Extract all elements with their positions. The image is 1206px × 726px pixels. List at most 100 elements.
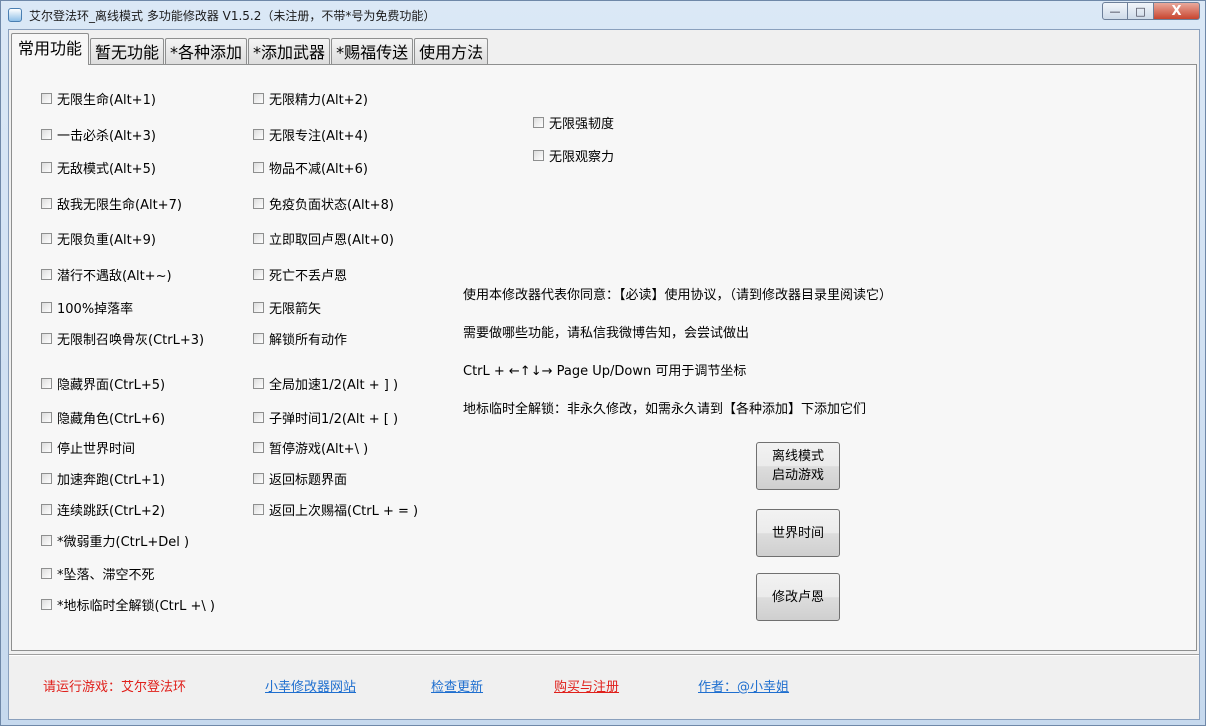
checkbox-label: 无限观察力 [549, 150, 615, 165]
checkbox-box[interactable] [41, 412, 52, 423]
checkbox-pause-game[interactable]: 暂停游戏(Alt+\ ) [253, 438, 368, 457]
checkbox-label: 物品不减(Alt+6) [269, 162, 368, 177]
client-area: 常用功能 暂无功能 *各种添加 *添加武器 *赐福传送 使用方法 无限生命(Al… [8, 29, 1200, 720]
checkbox-stop-world-time[interactable]: 停止世界时间 [41, 438, 135, 457]
checkbox-box[interactable] [253, 442, 264, 453]
checkbox-items-no-decrease[interactable]: 物品不减(Alt+6) [253, 158, 368, 177]
checkbox-label: 无限专注(Alt+4) [269, 129, 368, 144]
checkbox-box[interactable] [253, 302, 264, 313]
checkbox-label: 返回上次赐福(CtrL + = ) [269, 504, 419, 519]
checkbox-box[interactable] [253, 93, 264, 104]
check-update-link[interactable]: 检查更新 [431, 676, 483, 695]
checkbox-box[interactable] [41, 504, 52, 515]
tab-no-functions[interactable]: 暂无功能 [90, 38, 165, 65]
checkbox-unlock-gestures[interactable]: 解锁所有动作 [253, 329, 347, 348]
checkbox-label: *坠落、滞空不死 [57, 568, 155, 583]
checkbox-box[interactable] [533, 117, 544, 128]
checkbox-box[interactable] [41, 162, 52, 173]
checkbox-box[interactable] [253, 129, 264, 140]
checkbox-infinite-weight[interactable]: 无限负重(Alt+9) [41, 229, 156, 248]
maximize-button[interactable]: □ [1128, 2, 1154, 20]
checkbox-label: 解锁所有动作 [269, 333, 348, 348]
checkbox-box[interactable] [41, 473, 52, 484]
checkbox-box[interactable] [41, 233, 52, 244]
checkbox-no-fall-death[interactable]: *坠落、滞空不死 [41, 564, 155, 583]
checkbox-box[interactable] [41, 302, 52, 313]
checkbox-label: 隐藏界面(CtrL+5) [57, 378, 166, 393]
checkbox-box[interactable] [41, 535, 52, 546]
tab-usage[interactable]: 使用方法 [414, 38, 489, 65]
checkbox-one-hit-kill[interactable]: 一击必杀(Alt+3) [41, 125, 156, 144]
checkbox-box[interactable] [41, 93, 52, 104]
checkbox-unlock-landmarks[interactable]: *地标临时全解锁(CtrL +\ ) [41, 595, 215, 614]
checkbox-retrieve-runes[interactable]: 立即取回卢恩(Alt+0) [253, 229, 394, 248]
tab-various-add[interactable]: *各种添加 [165, 38, 248, 65]
checkbox-label: 无限精力(Alt+2) [269, 93, 368, 108]
checkbox-box[interactable] [253, 473, 264, 484]
tab-grace-teleport[interactable]: *赐福传送 [331, 38, 414, 65]
checkbox-label: 隐藏角色(CtrL+6) [57, 412, 166, 427]
checkbox-global-speed[interactable]: 全局加速1/2(Alt + ] ) [253, 374, 398, 393]
checkbox-box[interactable] [253, 504, 264, 515]
checkbox-infinite-discovery[interactable]: 无限观察力 [533, 146, 614, 165]
checkbox-bullet-time[interactable]: 子弹时间1/2(Alt + [ ) [253, 408, 398, 427]
checkbox-label: 敌我无限生命(Alt+7) [57, 198, 182, 213]
window-title: 艾尔登法环_离线模式 多功能修改器 V1.5.2（未注册，不带*号为免费功能） [29, 9, 436, 23]
checkbox-hide-hud[interactable]: 隐藏界面(CtrL+5) [41, 374, 165, 393]
modify-runes-label: 修改卢恩 [771, 589, 824, 605]
checkbox-hide-character[interactable]: 隐藏角色(CtrL+6) [41, 408, 165, 427]
checkbox-box[interactable] [253, 269, 264, 280]
tab-add-weapons[interactable]: *添加武器 [248, 38, 331, 65]
checkbox-box[interactable] [253, 378, 264, 389]
checkbox-immune-debuffs[interactable]: 免疫负面状态(Alt+8) [253, 194, 394, 213]
checkbox-keep-runes-on-death[interactable]: 死亡不丢卢恩 [253, 265, 347, 284]
checkbox-low-gravity[interactable]: *微弱重力(CtrL+Del ) [41, 531, 189, 550]
checkbox-label: 一击必杀(Alt+3) [57, 129, 156, 144]
info-coordinate-keys: CtrL + ←↑↓→ Page Up/Down 可用于调节坐标 [463, 364, 747, 379]
checkbox-infinite-arrows[interactable]: 无限箭矢 [253, 298, 321, 317]
checkbox-infinite-stamina[interactable]: 无限精力(Alt+2) [253, 89, 368, 108]
checkbox-label: 停止世界时间 [57, 442, 136, 457]
checkbox-box[interactable] [41, 333, 52, 344]
checkbox-label: 无限负重(Alt+9) [57, 233, 156, 248]
checkbox-infinite-focus[interactable]: 无限专注(Alt+4) [253, 125, 368, 144]
app-window: 艾尔登法环_离线模式 多功能修改器 V1.5.2（未注册，不带*号为免费功能） … [0, 0, 1206, 726]
checkbox-return-last-grace[interactable]: 返回上次赐福(CtrL + = ) [253, 500, 418, 519]
offline-launch-button[interactable]: 离线模式 启动游戏 [756, 442, 840, 490]
checkbox-box[interactable] [41, 599, 52, 610]
checkbox-drop-rate[interactable]: 100%掉落率 [41, 298, 133, 317]
minimize-button[interactable]: — [1102, 2, 1128, 20]
checkbox-speed-run[interactable]: 加速奔跑(CtrL+1) [41, 469, 165, 488]
checkbox-return-title[interactable]: 返回标题界面 [253, 469, 347, 488]
world-time-button[interactable]: 世界时间 [756, 509, 840, 557]
checkbox-box[interactable] [253, 233, 264, 244]
checkbox-box[interactable] [41, 269, 52, 280]
checkbox-box[interactable] [41, 442, 52, 453]
checkbox-label: 全局加速1/2(Alt + ] ) [269, 378, 399, 393]
checkbox-multi-jump[interactable]: 连续跳跃(CtrL+2) [41, 500, 165, 519]
checkbox-box[interactable] [41, 129, 52, 140]
website-link[interactable]: 小幸修改器网站 [265, 676, 356, 695]
buy-register-link[interactable]: 购买与注册 [554, 676, 619, 695]
checkbox-box[interactable] [253, 162, 264, 173]
author-link[interactable]: 作者：@小幸姐 [698, 676, 789, 695]
checkbox-all-infinite-health[interactable]: 敌我无限生命(Alt+7) [41, 194, 182, 213]
checkbox-box[interactable] [41, 568, 52, 579]
checkbox-stealth[interactable]: 潜行不遇敌(Alt+~) [41, 265, 172, 284]
checkbox-box[interactable] [253, 333, 264, 344]
checkbox-box[interactable] [533, 150, 544, 161]
title-bar[interactable]: 艾尔登法环_离线模式 多功能修改器 V1.5.2（未注册，不带*号为免费功能） … [1, 1, 1205, 29]
checkbox-box[interactable] [253, 198, 264, 209]
checkbox-infinite-health[interactable]: 无限生命(Alt+1) [41, 89, 156, 108]
checkbox-infinite-poise[interactable]: 无限强韧度 [533, 113, 614, 132]
modify-runes-button[interactable]: 修改卢恩 [756, 573, 840, 621]
checkbox-box[interactable] [253, 412, 264, 423]
tab-common-functions[interactable]: 常用功能 [11, 33, 90, 65]
world-time-label: 世界时间 [771, 525, 824, 541]
checkbox-box[interactable] [41, 198, 52, 209]
checkbox-god-mode[interactable]: 无敌模式(Alt+5) [41, 158, 156, 177]
checkbox-box[interactable] [41, 378, 52, 389]
checkbox-unlimited-ashes[interactable]: 无限制召唤骨灰(CtrL+3) [41, 329, 204, 348]
close-button[interactable]: X [1154, 2, 1200, 20]
offline-launch-line2: 启动游戏 [771, 468, 824, 483]
